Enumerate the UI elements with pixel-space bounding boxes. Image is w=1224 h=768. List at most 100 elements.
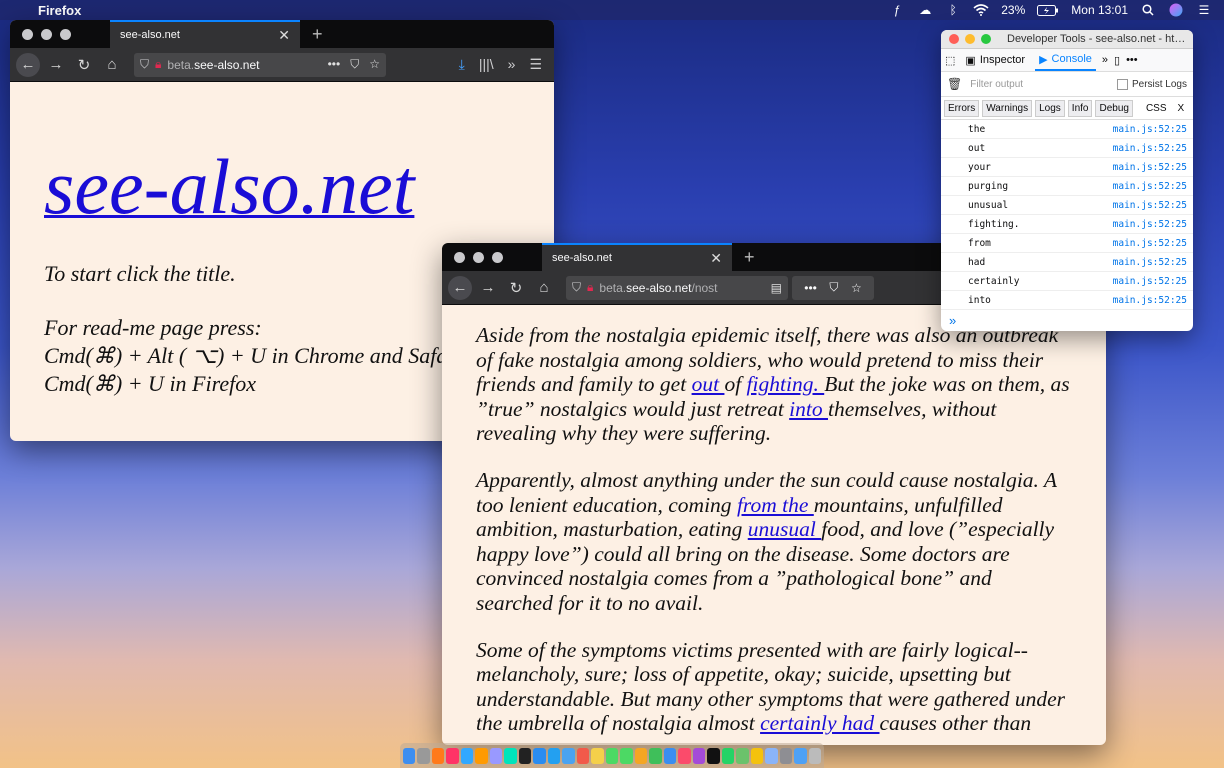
indesign-icon[interactable] xyxy=(446,747,459,764)
overflow-icon[interactable]: » xyxy=(508,56,516,73)
log-source-link[interactable]: main.js:52:25 xyxy=(1113,295,1193,306)
numbers-icon[interactable] xyxy=(649,747,662,764)
close-tab-icon[interactable]: ✕ xyxy=(710,250,722,267)
terminal-icon[interactable] xyxy=(518,747,532,764)
filter-info[interactable]: Info xyxy=(1067,99,1093,117)
filter-input[interactable]: Filter output xyxy=(970,79,1023,90)
maps-icon[interactable] xyxy=(736,747,749,764)
log-source-link[interactable]: main.js:52:25 xyxy=(1113,162,1193,173)
shield-icon[interactable]: ⛉ xyxy=(572,280,581,295)
keynote-icon[interactable] xyxy=(663,747,677,764)
forward-button[interactable]: → xyxy=(44,53,68,77)
library-icon[interactable]: |||\ xyxy=(479,56,494,73)
persist-logs-toggle[interactable]: Persist Logs xyxy=(1116,78,1187,90)
new-tab-icon[interactable]: + xyxy=(312,24,323,45)
log-source-link[interactable]: main.js:52:25 xyxy=(1113,276,1193,287)
new-tab-icon[interactable]: + xyxy=(744,247,755,268)
zoom-window-button[interactable] xyxy=(492,251,503,263)
battery-percent[interactable]: 23% xyxy=(1001,3,1025,17)
photoshop-icon[interactable] xyxy=(460,747,474,764)
facetime-icon[interactable] xyxy=(620,747,633,764)
log-source-link[interactable]: main.js:52:25 xyxy=(1113,200,1193,211)
persist-logs-checkbox[interactable] xyxy=(1116,78,1128,90)
audition-icon[interactable] xyxy=(504,747,517,764)
pocket-icon[interactable]: ⛉ xyxy=(350,57,359,72)
tab-console[interactable]: ▶ Console xyxy=(1035,49,1096,71)
minimize-window-button[interactable] xyxy=(41,28,52,40)
mail-icon[interactable] xyxy=(562,747,575,764)
filter-xhr[interactable]: X xyxy=(1178,103,1185,114)
link-into[interactable]: into xyxy=(789,397,828,421)
close-tab-icon[interactable]: ✕ xyxy=(278,27,290,44)
trash-icon[interactable] xyxy=(808,747,822,764)
log-source-link[interactable]: main.js:52:25 xyxy=(1113,219,1193,230)
filter-debug[interactable]: Debug xyxy=(1095,99,1133,117)
zoom-window-button[interactable] xyxy=(60,28,71,40)
downloads-icon[interactable]: ⤓ xyxy=(459,56,465,73)
link-fighting[interactable]: fighting. xyxy=(747,372,825,396)
link-out[interactable]: out xyxy=(692,372,725,396)
chrome-icon[interactable] xyxy=(750,747,764,764)
illustrator-icon[interactable] xyxy=(475,747,488,764)
siri-icon[interactable] xyxy=(1168,3,1184,17)
music-icon[interactable] xyxy=(678,747,691,764)
filter-errors[interactable]: Errors xyxy=(944,99,980,117)
search-icon[interactable] xyxy=(1140,3,1156,17)
log-source-link[interactable]: main.js:52:25 xyxy=(1113,238,1193,249)
back-button[interactable]: ← xyxy=(16,52,40,77)
page-actions-icon[interactable]: ••• xyxy=(804,281,817,295)
notification-center-icon[interactable]: ☰ xyxy=(1196,3,1212,17)
tab-inspector[interactable]: ▣ Inspector xyxy=(961,49,1029,71)
insecure-lock-icon[interactable]: 🔒︎ xyxy=(155,57,161,72)
podcasts-icon[interactable] xyxy=(692,747,706,764)
close-window-button[interactable] xyxy=(454,251,465,263)
url-bar[interactable]: ⛉ 🔒︎ beta. see-also.net ••• ⛉ ☆ xyxy=(134,52,386,77)
log-source-link[interactable]: main.js:52:25 xyxy=(1113,143,1193,154)
wifi-icon[interactable] xyxy=(973,3,989,17)
trash-icon[interactable]: 🗑︎ xyxy=(947,77,962,91)
reload-button[interactable]: ↻ xyxy=(504,276,528,300)
premiere-icon[interactable] xyxy=(489,747,503,764)
launchpad-icon[interactable] xyxy=(417,747,430,764)
firefox-icon[interactable] xyxy=(431,747,445,764)
app-menu-name[interactable]: Firefox xyxy=(38,3,81,18)
finder-icon[interactable] xyxy=(403,747,416,764)
tab-see-also[interactable]: see-also.net ✕ xyxy=(110,20,300,48)
link-unusual[interactable]: unusual xyxy=(748,517,821,541)
hamburger-menu-icon[interactable]: ☰ xyxy=(529,56,542,73)
more-tools-icon[interactable]: » xyxy=(1102,54,1108,66)
reload-button[interactable]: ↻ xyxy=(72,53,96,77)
settings-icon[interactable] xyxy=(779,747,793,764)
home-button[interactable]: ⌂ xyxy=(532,276,556,300)
zoom-window-button[interactable] xyxy=(981,34,991,44)
shield-icon[interactable]: ⛉ xyxy=(140,57,149,72)
minimize-window-button[interactable] xyxy=(473,251,484,263)
link-from-the[interactable]: from the xyxy=(737,493,814,517)
creative-cloud-icon[interactable]: ☁ xyxy=(917,3,933,17)
battery-icon[interactable] xyxy=(1037,3,1059,17)
page-actions-icon[interactable]: ••• xyxy=(328,57,341,72)
close-window-button[interactable] xyxy=(949,34,959,44)
minimize-window-button[interactable] xyxy=(965,34,975,44)
console-prompt[interactable]: » xyxy=(941,313,1193,328)
forward-button[interactable]: → xyxy=(476,276,500,300)
site-title-link[interactable]: see-also.net xyxy=(44,148,414,226)
pocket-icon[interactable]: ⛉ xyxy=(829,280,838,295)
bluetooth-icon[interactable]: ᛒ xyxy=(945,3,961,17)
element-picker-icon[interactable]: ⬚ xyxy=(945,54,955,67)
filter-logs[interactable]: Logs xyxy=(1035,99,1065,117)
preview-icon[interactable] xyxy=(765,747,778,764)
back-button[interactable]: ← xyxy=(448,275,472,300)
folder-icon[interactable] xyxy=(794,747,807,764)
bookmark-star-icon[interactable]: ☆ xyxy=(369,57,380,72)
options-menu-icon[interactable]: ••• xyxy=(1126,54,1138,66)
reader-view-icon[interactable]: ▤ xyxy=(771,281,782,295)
messages-icon[interactable] xyxy=(605,747,619,764)
log-source-link[interactable]: main.js:52:25 xyxy=(1113,181,1193,192)
calendar-icon[interactable] xyxy=(576,747,590,764)
app-status-icon[interactable]: ƒ xyxy=(889,3,905,17)
tab-see-also[interactable]: see-also.net ✕ xyxy=(542,243,732,271)
notes-icon[interactable] xyxy=(591,747,604,764)
filter-css[interactable]: CSS xyxy=(1146,103,1167,114)
dock-toggle-icon[interactable]: ▯ xyxy=(1114,54,1120,67)
